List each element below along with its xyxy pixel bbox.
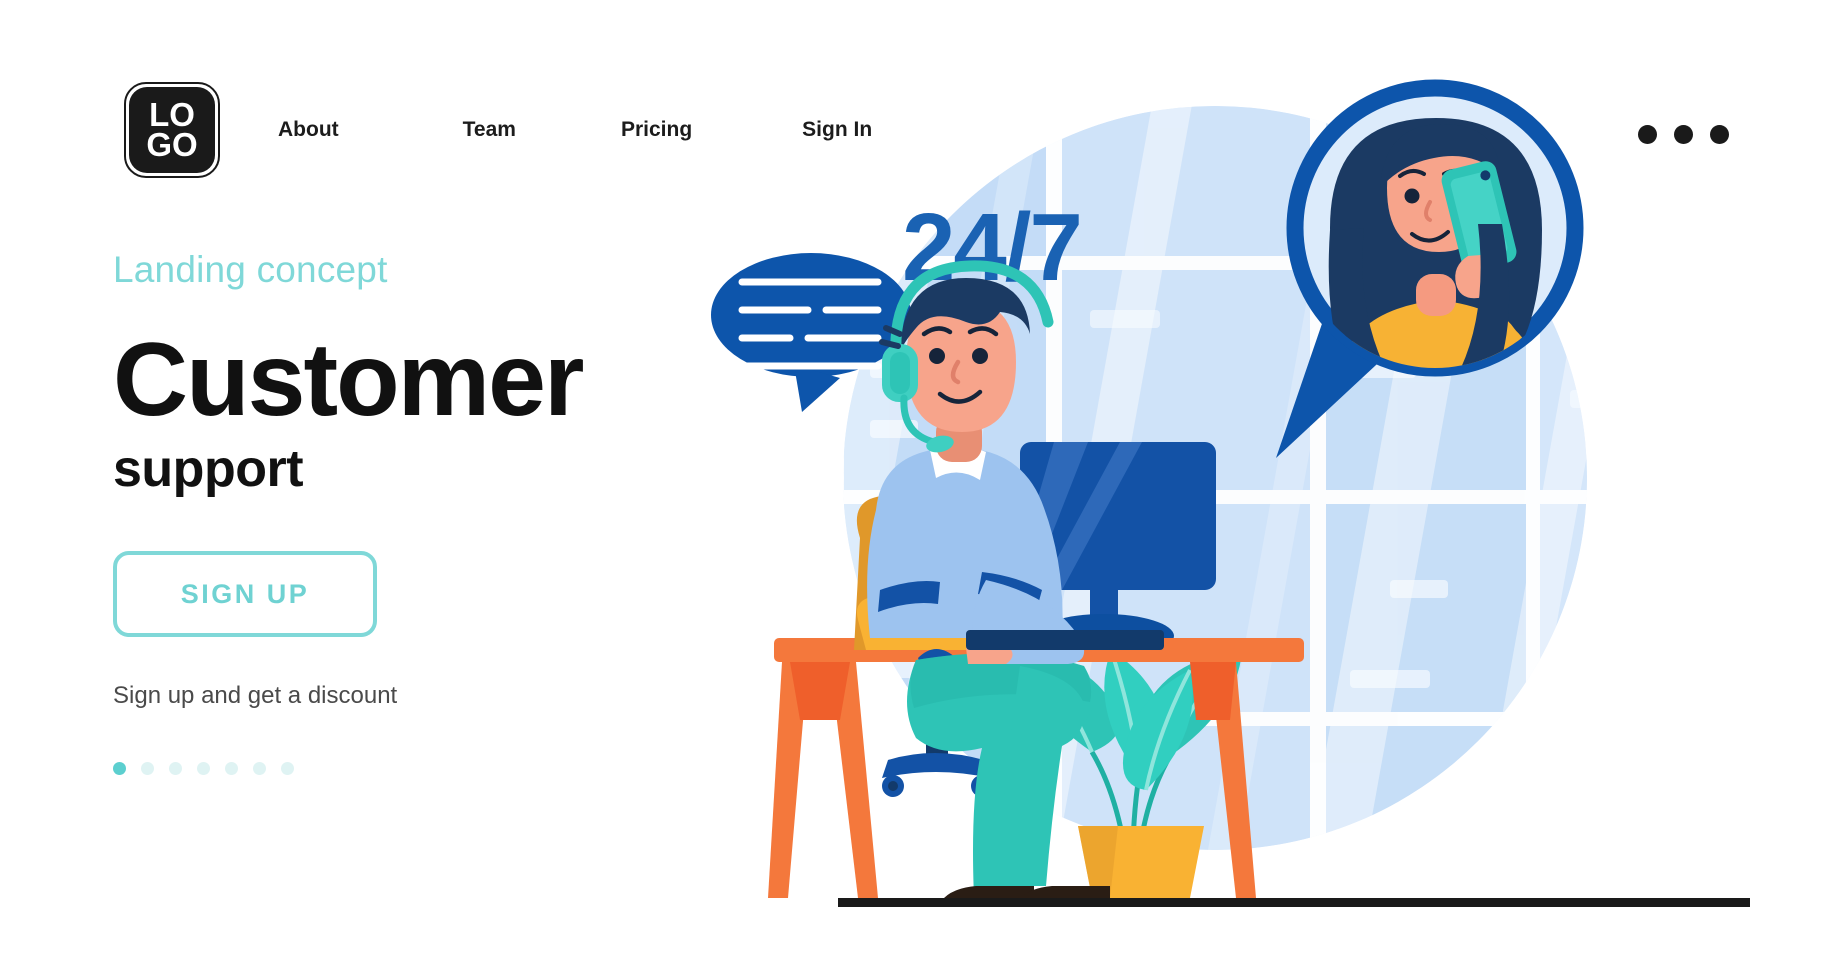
pagination-dot-6[interactable] bbox=[253, 762, 266, 776]
nav-item-about[interactable]: About bbox=[278, 118, 339, 142]
floor-line bbox=[838, 898, 1750, 907]
pagination-dot-7[interactable] bbox=[281, 762, 294, 776]
logo[interactable]: LO GO bbox=[124, 82, 220, 178]
nav-item-team[interactable]: Team bbox=[463, 118, 516, 142]
pagination-dot-4[interactable] bbox=[197, 762, 210, 776]
logo-mark: LO GO bbox=[129, 87, 215, 173]
landing-page: LO GO About Team Pricing Sign In Landing… bbox=[0, 0, 1837, 980]
pagination-dot-1[interactable] bbox=[113, 762, 126, 776]
carousel-pagination[interactable] bbox=[113, 762, 753, 776]
pagination-dot-3[interactable] bbox=[169, 762, 182, 776]
discount-note: Sign up and get a discount bbox=[113, 682, 398, 710]
hero-section: Landing concept Customer support SIGN UP… bbox=[113, 249, 753, 776]
logo-line-2: GO bbox=[146, 126, 198, 163]
nav-item-pricing[interactable]: Pricing bbox=[621, 118, 692, 142]
hero-eyebrow: Landing concept bbox=[113, 249, 388, 290]
pagination-dot-5[interactable] bbox=[225, 762, 238, 776]
page-title: Customer bbox=[113, 321, 584, 438]
page-subtitle: support bbox=[113, 440, 304, 499]
pagination-dot-2[interactable] bbox=[141, 762, 154, 776]
hero-illustration: 24/7 bbox=[690, 60, 1750, 950]
sign-up-button[interactable]: SIGN UP bbox=[113, 551, 377, 638]
